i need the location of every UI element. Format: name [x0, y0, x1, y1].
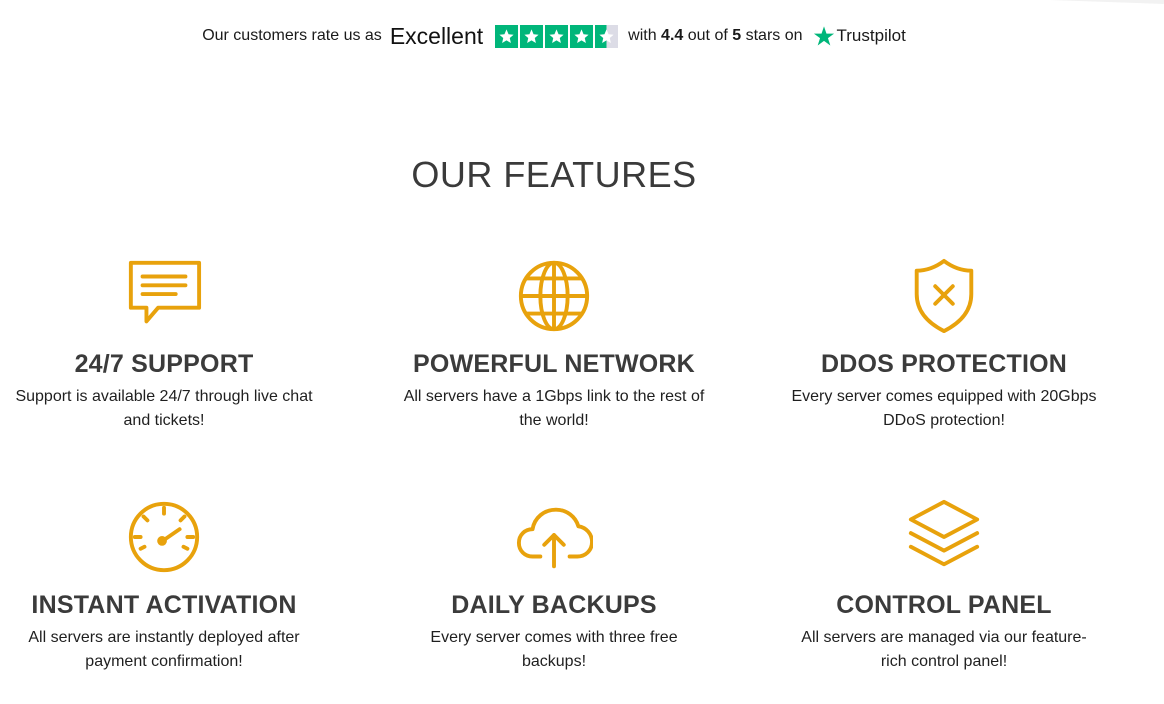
feature-control-panel: CONTROL PANEL All servers are managed vi…: [774, 497, 1114, 674]
divider: [993, 0, 1164, 4]
trustpilot-widget[interactable]: Our customers rate us as Excellent with …: [0, 18, 1108, 54]
shield-icon: [904, 256, 984, 336]
trustpilot-brand: Trustpilot: [836, 26, 906, 45]
star-icon: [495, 24, 519, 48]
trustpilot-with: with: [628, 27, 657, 44]
chat-icon: [124, 256, 204, 336]
feature-activation: INSTANT ACTIVATION All servers are insta…: [0, 497, 334, 674]
layers-icon: [904, 497, 984, 577]
trustpilot-out-of: out of: [687, 27, 728, 44]
feature-title: INSTANT ACTIVATION: [31, 591, 297, 619]
feature-description: Support is available 24/7 through live c…: [15, 388, 313, 429]
feature-support: 24/7 SUPPORT Support is available 24/7 t…: [0, 256, 334, 433]
feature-ddos: DDOS PROTECTION Every server comes equip…: [774, 256, 1114, 433]
feature-title: POWERFUL NETWORK: [413, 350, 695, 378]
star-icon: [570, 24, 594, 48]
trustpilot-stars-on: stars on: [745, 27, 803, 44]
feature-description: All servers are managed via our feature-…: [801, 629, 1087, 670]
feature-description: All servers are instantly deployed after…: [28, 629, 300, 670]
trustpilot-logo[interactable]: Trustpilot: [813, 25, 906, 47]
trustpilot-prefix: Our customers rate us as: [202, 27, 382, 44]
page: Our customers rate us as Excellent with …: [0, 0, 1164, 704]
globe-icon: [514, 256, 594, 336]
trustpilot-star-icon: [813, 26, 834, 46]
trustpilot-max: 5: [732, 27, 742, 44]
speedometer-icon: [124, 497, 204, 577]
trustpilot-stars: [495, 24, 619, 48]
feature-description: Every server comes equipped with 20Gbps …: [791, 388, 1097, 429]
feature-description: All servers have a 1Gbps link to the res…: [403, 388, 705, 429]
star-icon: [545, 24, 569, 48]
cloud-upload-icon: [514, 497, 594, 577]
trustpilot-score-text: with 4.4 out of 5 stars on: [628, 27, 802, 45]
trustpilot-score: 4.4: [661, 27, 684, 44]
feature-network: POWERFUL NETWORK All servers have a 1Gbp…: [384, 256, 724, 433]
feature-backups: DAILY BACKUPS Every server comes with th…: [384, 497, 724, 674]
feature-title: CONTROL PANEL: [836, 591, 1052, 619]
half-star-icon: [595, 24, 619, 48]
trustpilot-rating-word: Excellent: [389, 22, 484, 49]
star-icon: [520, 24, 544, 48]
section-title: OUR FEATURES: [411, 153, 697, 195]
feature-description: Every server comes with three free backu…: [430, 629, 678, 670]
feature-title: 24/7 SUPPORT: [74, 350, 254, 378]
feature-title: DAILY BACKUPS: [451, 591, 657, 619]
feature-title: DDOS PROTECTION: [820, 350, 1068, 378]
